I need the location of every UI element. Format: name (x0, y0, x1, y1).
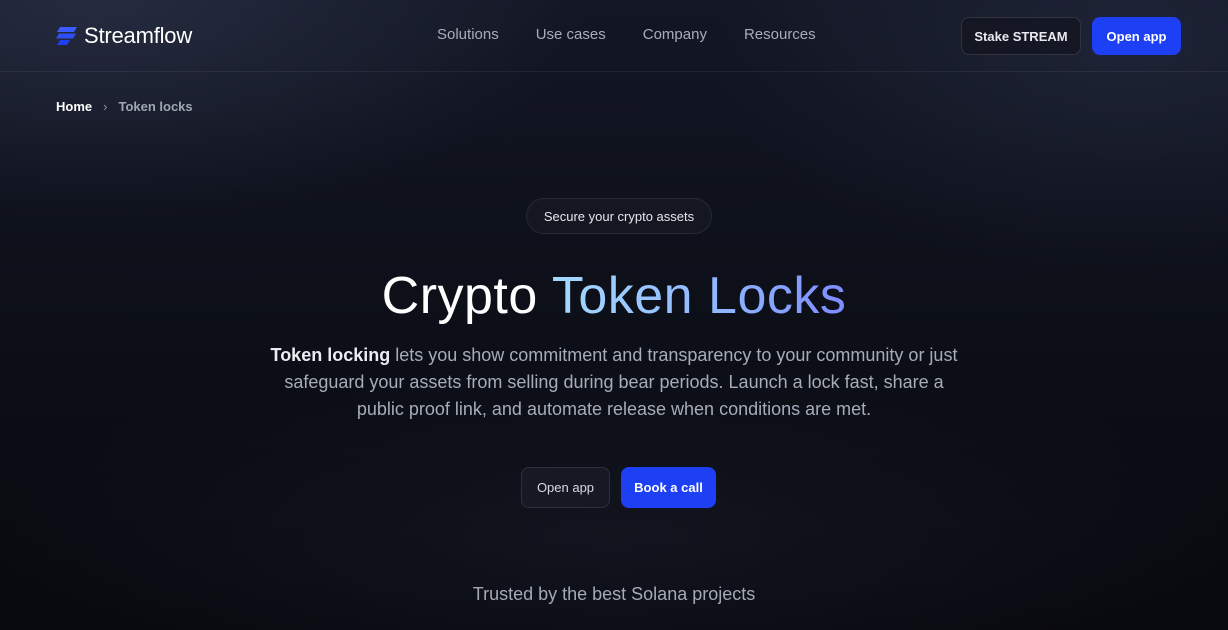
stake-stream-button[interactable]: Stake STREAM (961, 17, 1081, 55)
nav-item-company[interactable]: Company (643, 24, 707, 46)
streamflow-logo[interactable]: Streamflow (56, 22, 192, 50)
nav-item-solutions[interactable]: Solutions (437, 24, 499, 46)
streamflow-logo-icon (56, 27, 77, 45)
chevron-right-icon: › (103, 98, 108, 114)
brand-name: Streamflow (84, 23, 193, 48)
breadcrumb: Home › Token locks (56, 97, 193, 115)
hero-title-accent: Token Locks (551, 267, 847, 325)
hero-tagline-pill: Secure your crypto assets (526, 198, 712, 234)
hero-description: Token locking lets you show commitment a… (264, 342, 964, 423)
open-app-header-button[interactable]: Open app (1092, 17, 1181, 55)
hero-description-lead: Token locking (270, 345, 391, 365)
book-a-call-button[interactable]: Book a call (621, 467, 716, 508)
breadcrumb-current: Token locks (118, 98, 193, 114)
breadcrumb-home-link[interactable]: Home (56, 99, 92, 114)
nav-item-resources[interactable]: Resources (744, 24, 816, 46)
open-app-hero-button[interactable]: Open app (521, 467, 610, 508)
site-header: Streamflow Solutions Use cases Company R… (0, 0, 1228, 72)
hero-title-plain: Crypto (381, 267, 552, 325)
nav-item-use-cases[interactable]: Use cases (536, 24, 606, 46)
main-nav: Solutions Use cases Company Resources (437, 24, 816, 46)
trusted-by-heading: Trusted by the best Solana projects (472, 584, 756, 604)
hero-title: Crypto Token Locks (0, 264, 1228, 328)
